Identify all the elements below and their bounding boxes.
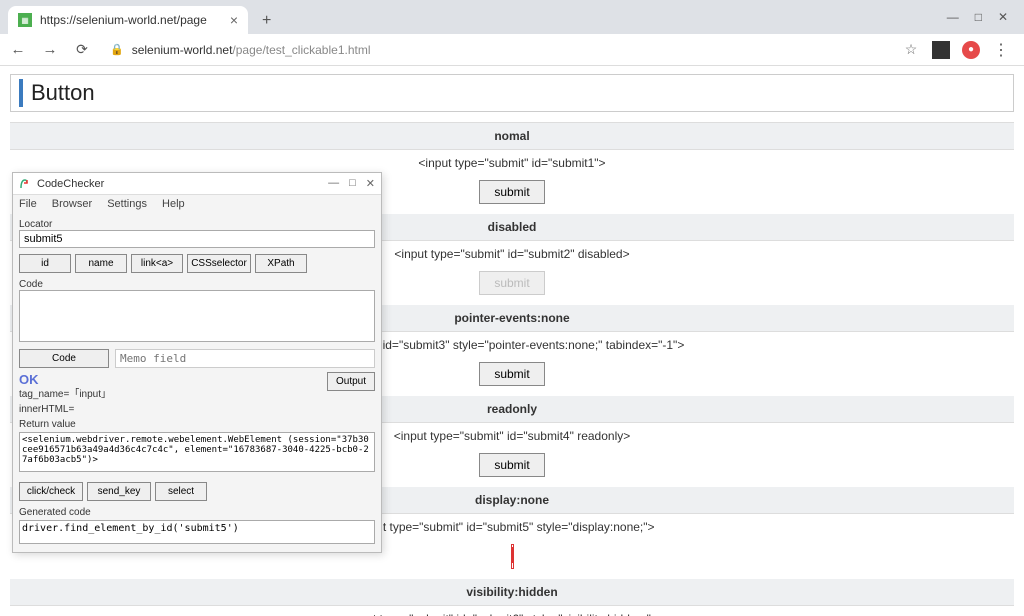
cc-menu-settings[interactable]: Settings bbox=[107, 198, 147, 210]
cc-title: CodeChecker bbox=[37, 178, 328, 190]
block-header: visibility:hidden bbox=[10, 579, 1014, 606]
cc-tag-name: tag_name=「input」 bbox=[19, 387, 111, 402]
section-button-title: Button bbox=[10, 74, 1014, 112]
cc-maximize-icon[interactable]: □ bbox=[349, 177, 356, 190]
bookmark-star-icon[interactable]: ☆ bbox=[902, 41, 920, 59]
cc-return-label: Return value bbox=[19, 419, 375, 430]
extension-icon[interactable] bbox=[932, 41, 950, 59]
cc-btn-link[interactable]: link<a> bbox=[131, 254, 183, 273]
window-close-icon[interactable]: ✕ bbox=[998, 10, 1008, 24]
nav-forward-icon[interactable]: → bbox=[40, 41, 60, 58]
cc-window-controls: — □ ✕ bbox=[328, 177, 375, 190]
lock-icon: 🔒 bbox=[110, 43, 124, 56]
section-heading: Button bbox=[31, 80, 95, 106]
cc-locator-label: Locator bbox=[19, 219, 375, 230]
cc-menubar: File Browser Settings Help bbox=[13, 195, 381, 213]
cc-menu-browser[interactable]: Browser bbox=[52, 198, 92, 210]
title-bar-accent bbox=[19, 79, 23, 107]
new-tab-button[interactable]: + bbox=[256, 8, 277, 34]
window-maximize-icon[interactable]: □ bbox=[975, 10, 982, 24]
profile-avatar-icon[interactable]: ● bbox=[962, 41, 980, 59]
tab-close-icon[interactable]: × bbox=[230, 12, 238, 28]
cc-btn-name[interactable]: name bbox=[75, 254, 127, 273]
tab-favicon: ▦ bbox=[18, 13, 32, 27]
url-text: selenium-world.net/page/test_clickable1.… bbox=[132, 43, 371, 57]
submit-button-1[interactable]: submit bbox=[479, 180, 544, 204]
tab-title: https://selenium-world.net/page bbox=[40, 13, 224, 27]
cc-menu-file[interactable]: File bbox=[19, 198, 37, 210]
cc-code-button[interactable]: Code bbox=[19, 349, 109, 368]
chrome-tab-bar: ▦ https://selenium-world.net/page × + — … bbox=[0, 0, 1024, 34]
cc-find-buttons: id name link<a> CSSselector XPath bbox=[19, 254, 375, 273]
cc-tag-info: tag_name=「input」 innerHTML= bbox=[19, 387, 111, 417]
submit-button-2: submit bbox=[479, 271, 544, 295]
cc-locator-input[interactable] bbox=[19, 230, 375, 248]
cc-close-icon[interactable]: ✕ bbox=[366, 177, 375, 190]
url-bar[interactable]: 🔒 selenium-world.net/page/test_clickable… bbox=[104, 43, 890, 57]
window-controls: — □ ✕ bbox=[947, 10, 1016, 24]
browser-tab[interactable]: ▦ https://selenium-world.net/page × bbox=[8, 6, 248, 34]
cc-body: Locator id name link<a> CSSselector XPat… bbox=[13, 213, 381, 552]
cc-code-label: Code bbox=[19, 279, 375, 290]
window-minimize-icon[interactable]: — bbox=[947, 10, 959, 24]
cc-inner-html: innerHTML= bbox=[19, 402, 111, 417]
chrome-extension-icons: ☆ ● ⋮ bbox=[902, 41, 1016, 59]
cc-output-button[interactable]: Output bbox=[327, 372, 375, 391]
cc-code-textarea[interactable] bbox=[19, 290, 375, 342]
block-code: ut type="submit" id="submit6" style="vis… bbox=[10, 606, 1014, 616]
cc-gen-label: Generated code bbox=[19, 507, 375, 518]
submit-button-4[interactable]: submit bbox=[479, 453, 544, 477]
cc-memo-input[interactable] bbox=[115, 349, 375, 368]
cc-btn-click[interactable]: click/check bbox=[19, 482, 83, 501]
codechecker-window: CodeChecker — □ ✕ File Browser Settings … bbox=[12, 172, 382, 553]
display-none-placeholder bbox=[511, 544, 514, 569]
cc-titlebar[interactable]: CodeChecker — □ ✕ bbox=[13, 173, 381, 195]
cc-btn-css[interactable]: CSSselector bbox=[187, 254, 251, 273]
cc-btn-xpath[interactable]: XPath bbox=[255, 254, 307, 273]
chrome-nav-bar: ← → ⟳ 🔒 selenium-world.net/page/test_cli… bbox=[0, 34, 1024, 66]
chrome-menu-icon[interactable]: ⋮ bbox=[992, 41, 1010, 59]
cc-btn-select[interactable]: select bbox=[155, 482, 207, 501]
submit-button-3: submit bbox=[479, 362, 544, 386]
cc-generated-code: driver.find_element_by_id('submit5') bbox=[19, 520, 375, 544]
cc-action-buttons: click/check send_key select bbox=[19, 482, 375, 501]
cc-ok-status: OK bbox=[19, 372, 111, 387]
cc-btn-sendkey[interactable]: send_key bbox=[87, 482, 151, 501]
cc-btn-id[interactable]: id bbox=[19, 254, 71, 273]
cc-minimize-icon[interactable]: — bbox=[328, 177, 339, 190]
nav-back-icon[interactable]: ← bbox=[8, 41, 28, 58]
cc-menu-help[interactable]: Help bbox=[162, 198, 185, 210]
block-header: nomal bbox=[10, 123, 1014, 150]
nav-reload-icon[interactable]: ⟳ bbox=[72, 41, 92, 58]
cc-app-icon bbox=[19, 178, 31, 190]
cc-return-value: <selenium.webdriver.remote.webelement.We… bbox=[19, 432, 375, 472]
